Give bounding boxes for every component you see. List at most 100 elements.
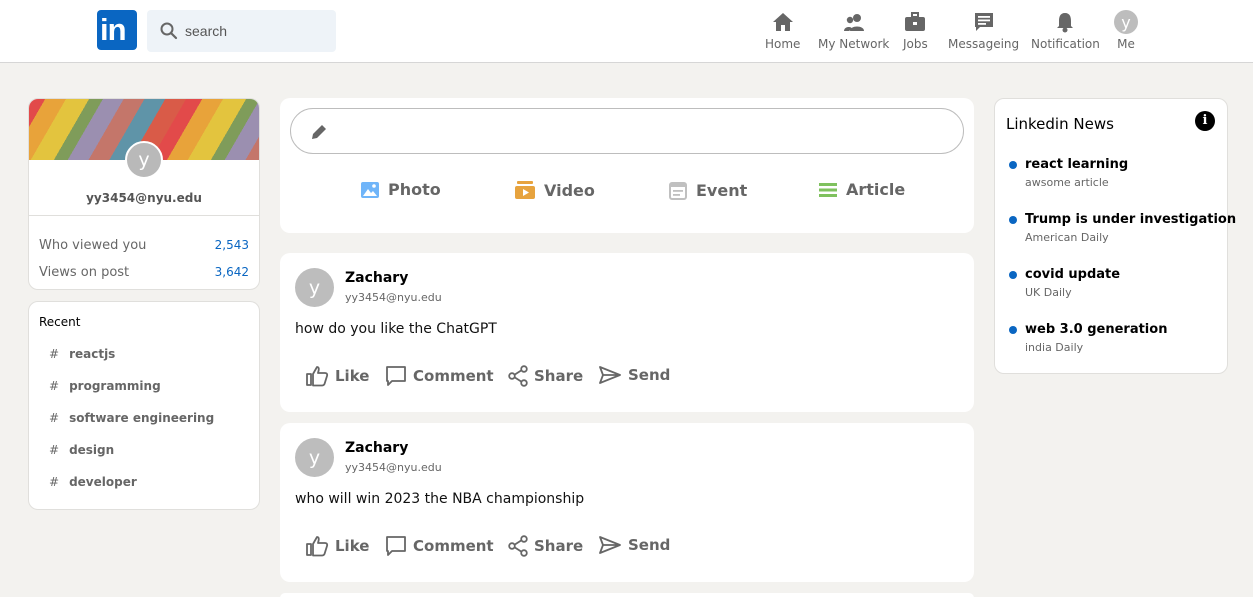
search-bar[interactable] xyxy=(147,10,336,52)
send-label: Send xyxy=(628,536,671,554)
nav-home[interactable]: Home xyxy=(765,10,800,54)
nav-my-network[interactable]: My Network xyxy=(818,10,889,54)
send-button[interactable]: Send xyxy=(598,535,670,555)
recent-item-label: reactjs xyxy=(69,347,116,361)
news-headline: Trump is under investigation xyxy=(1025,212,1237,227)
share-event-label: Event xyxy=(696,180,748,200)
post-author-email: yy3454@nyu.edu xyxy=(345,461,442,474)
send-icon xyxy=(599,366,621,384)
share-article-button[interactable]: Article xyxy=(818,180,905,199)
stat-label: Views on post xyxy=(39,265,130,280)
post-card: y Zachary yy3454@nyu.edu how do you like… xyxy=(280,253,974,412)
people-icon xyxy=(843,14,864,31)
thumbs-up-icon xyxy=(306,366,329,387)
search-icon xyxy=(160,22,178,40)
post-author-email: yy3454@nyu.edu xyxy=(345,291,442,304)
recent-item-reactjs[interactable]: # reactjs xyxy=(49,347,115,361)
like-button[interactable]: Like xyxy=(305,365,369,387)
avatar[interactable]: y xyxy=(295,438,334,477)
news-source: india Daily xyxy=(1025,341,1084,354)
share-label: Share xyxy=(534,537,584,555)
comment-button[interactable]: Comment xyxy=(385,535,494,557)
like-label: Like xyxy=(335,367,370,385)
bell-icon xyxy=(1057,13,1074,33)
share-button[interactable]: Share xyxy=(508,365,583,387)
video-icon xyxy=(515,181,535,199)
recent-item-programming[interactable]: # programming xyxy=(49,379,161,393)
like-label: Like xyxy=(335,537,370,555)
news-source: awsome article xyxy=(1025,176,1109,189)
hash-icon: # xyxy=(49,347,60,361)
bullet-icon xyxy=(1009,271,1017,279)
hash-icon: # xyxy=(49,475,60,489)
share-label: Share xyxy=(534,367,584,385)
news-card: Linkedin News i react learning awsome ar… xyxy=(994,98,1236,374)
post-card: y Zachary yy3454@nyu.edu who will win 20… xyxy=(280,423,974,582)
share-video-button[interactable]: Video xyxy=(514,180,595,200)
news-source: American Daily xyxy=(1025,231,1109,244)
nav-label-home: Home xyxy=(765,37,801,51)
stat-value: 3,642 xyxy=(214,265,249,279)
home-icon xyxy=(772,13,793,31)
divider xyxy=(29,215,259,216)
stat-value: 2,543 xyxy=(214,238,249,252)
share-video-label: Video xyxy=(544,180,595,200)
post-author-name[interactable]: Zachary xyxy=(345,270,408,286)
profile-avatar[interactable]: y xyxy=(125,141,163,179)
info-icon[interactable]: i xyxy=(1195,111,1215,131)
news-source: UK Daily xyxy=(1025,286,1072,299)
nav-me[interactable]: y Me xyxy=(1114,10,1138,54)
nav-label-notifications: Notification xyxy=(1031,37,1100,51)
recent-item-label: software engineering xyxy=(69,411,215,425)
start-post-button[interactable] xyxy=(290,108,964,154)
like-button[interactable]: Like xyxy=(305,535,369,557)
stat-who-viewed[interactable]: Who viewed you 2,543 xyxy=(39,238,249,253)
news-headline: covid update xyxy=(1025,267,1121,282)
recent-item-label: programming xyxy=(69,379,161,393)
share-icon xyxy=(508,535,528,557)
post-text: how do you like the ChatGPT xyxy=(295,321,497,337)
nav-messaging[interactable]: Messageing xyxy=(948,10,1019,54)
share-button[interactable]: Share xyxy=(508,535,583,557)
share-photo-label: Photo xyxy=(388,180,441,199)
recent-title: Recent xyxy=(39,315,81,329)
briefcase-icon xyxy=(905,12,926,31)
comment-label: Comment xyxy=(413,367,494,385)
bullet-icon xyxy=(1009,216,1017,224)
share-event-button[interactable]: Event xyxy=(668,180,747,200)
post-author-name[interactable]: Zachary xyxy=(345,440,408,456)
hash-icon: # xyxy=(49,411,60,425)
stat-views-on-post[interactable]: Views on post 3,642 xyxy=(39,265,249,280)
nav-label-me: Me xyxy=(1117,37,1135,51)
logo-text: in xyxy=(100,12,127,47)
hash-icon: # xyxy=(49,443,60,457)
post-text: who will win 2023 the NBA championship xyxy=(295,491,585,507)
share-photo-button[interactable]: Photo xyxy=(360,180,441,199)
comment-icon xyxy=(386,536,406,556)
comment-icon xyxy=(386,366,406,386)
recent-item-label: design xyxy=(69,443,115,457)
recent-item-design[interactable]: # design xyxy=(49,443,114,457)
comment-button[interactable]: Comment xyxy=(385,365,494,387)
pencil-icon xyxy=(312,125,326,139)
avatar: y xyxy=(1114,10,1138,34)
bullet-icon xyxy=(1009,161,1017,169)
send-button[interactable]: Send xyxy=(598,365,670,385)
news-headline: react learning xyxy=(1025,157,1129,172)
share-box: Photo Video Event Article xyxy=(280,98,974,233)
nav-label-messaging: Messageing xyxy=(948,37,1020,51)
top-header: in Home My Network Jobs Messageing Notif… xyxy=(0,0,1253,63)
avatar[interactable]: y xyxy=(295,268,334,307)
send-icon xyxy=(599,536,621,554)
nav-notifications[interactable]: Notification xyxy=(1031,10,1100,54)
nav-label-my-network: My Network xyxy=(818,37,890,51)
recent-item-software-engineering[interactable]: # software engineering xyxy=(49,411,214,425)
profile-email: yy3454@nyu.edu xyxy=(86,191,202,205)
nav-jobs[interactable]: Jobs xyxy=(903,10,928,54)
news-headline: web 3.0 generation xyxy=(1025,322,1168,337)
linkedin-logo[interactable]: in xyxy=(97,10,137,50)
recent-item-developer[interactable]: # developer xyxy=(49,475,137,489)
photo-icon xyxy=(361,181,379,198)
search-input[interactable] xyxy=(185,23,325,39)
recent-card: Recent # reactjs # programming # software e… xyxy=(28,301,260,510)
